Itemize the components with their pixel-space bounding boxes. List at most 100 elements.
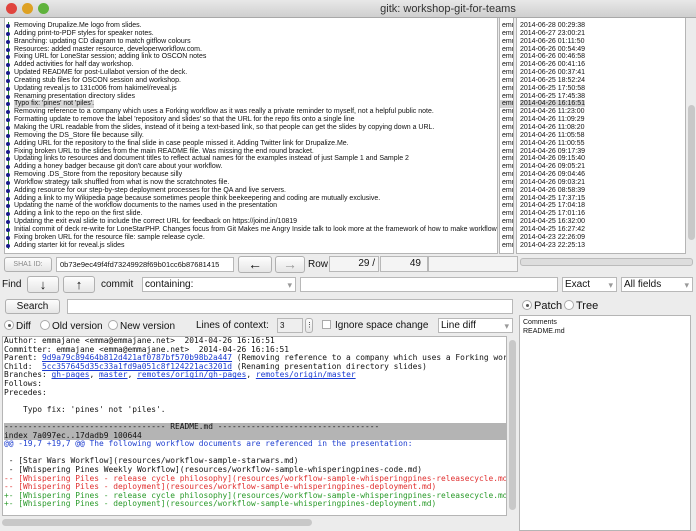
commit-author[interactable]: emmajane	[500, 210, 513, 218]
commit-row[interactable]: Adding print-to-PDF styles for speaker n…	[5, 29, 497, 38]
commit-date[interactable]: 2014-04-26 16:16:51	[517, 100, 685, 108]
commit-date[interactable]: 2014-04-25 17:04:18	[517, 202, 685, 210]
commit-row[interactable]: Updating the name of the workflow docume…	[5, 202, 497, 211]
commit-row[interactable]: Initial commit of deck re-write for Lone…	[5, 225, 497, 234]
commit-row[interactable]: Adding URL for the repository to the fin…	[5, 139, 497, 148]
commit-row[interactable]: Fixing URL for LoneStar session; adding …	[5, 53, 497, 62]
diff-view[interactable]: Author: emmajane <emma@emmajane.net> 201…	[2, 336, 507, 516]
commit-date[interactable]: 2014-06-25 17:50:58	[517, 85, 685, 93]
commit-author[interactable]: emmajane	[500, 132, 513, 140]
commit-row[interactable]: Updating reveal.js to 131c006 from hakim…	[5, 84, 497, 93]
commit-author[interactable]: emmajane	[500, 100, 513, 109]
commit-row[interactable]: Adding starter kit for reveal.js slides	[5, 241, 497, 250]
commit-date[interactable]: 2014-04-26 09:17:39	[517, 148, 685, 156]
commit-author[interactable]: emmajane	[500, 187, 513, 195]
branch-link[interactable]: master	[99, 370, 128, 380]
commit-author[interactable]: emmajane	[500, 30, 513, 38]
match-select[interactable]: Exact	[562, 277, 617, 292]
commit-date[interactable]: 2014-06-26 00:54:49	[517, 46, 685, 54]
commit-date[interactable]: 2014-04-25 17:37:15	[517, 195, 685, 203]
commit-author[interactable]: emmajane	[500, 108, 513, 116]
commit-author[interactable]: emmajane	[500, 38, 513, 46]
commit-row[interactable]: Formatting update to remove the label 'r…	[5, 116, 497, 124]
commit-author[interactable]: emmajane	[500, 202, 513, 210]
commit-date[interactable]: 2014-04-26 11:00:55	[517, 140, 685, 148]
forward-button[interactable]: →	[275, 256, 305, 273]
commit-row[interactable]: Fixing broken URL to the slides from the…	[5, 147, 497, 156]
commit-date[interactable]: 2014-06-25 17:45:38	[517, 93, 685, 101]
commit-date[interactable]: 2014-04-26 09:15:40	[517, 155, 685, 163]
search-input[interactable]	[67, 299, 513, 314]
commit-date[interactable]: 2014-04-25 17:01:16	[517, 210, 685, 218]
commit-date[interactable]: 2014-04-25 16:32:00	[517, 218, 685, 226]
commit-author[interactable]: emmajane	[500, 179, 513, 187]
diff-type-select[interactable]: Line diff	[438, 318, 513, 333]
commit-date[interactable]: 2014-04-26 09:05:21	[517, 163, 685, 171]
context-spinbox[interactable]: 3	[277, 318, 303, 333]
new-version-radio[interactable]: New version	[108, 320, 175, 332]
commit-author[interactable]: emmajane	[500, 195, 513, 203]
commit-date[interactable]: 2014-06-26 01:11:50	[517, 38, 685, 46]
commit-date[interactable]: 2014-06-26 00:41:16	[517, 61, 685, 69]
date-list[interactable]: 2014-06-28 00:29:38 2014-06-27 23:00:21 20…	[516, 18, 686, 254]
commit-row[interactable]: Removing the DS_Store file because silly…	[5, 131, 497, 140]
commit-date[interactable]: 2014-06-26 00:37:41	[517, 69, 685, 77]
find-next-button[interactable]: ↓	[27, 276, 59, 293]
commit-author[interactable]: emmajane	[500, 22, 513, 30]
back-button[interactable]: ←	[238, 256, 272, 273]
commit-date[interactable]: 2014-04-26 09:03:21	[517, 179, 685, 187]
old-version-radio[interactable]: Old version	[40, 320, 103, 332]
find-prev-button[interactable]: ↑	[63, 276, 95, 293]
commit-author[interactable]: emmajane	[500, 116, 513, 124]
commit-author[interactable]: emmajane	[500, 93, 513, 101]
author-list[interactable]: emmajaneemmajaneemmajaneemmajaneemmajane…	[499, 18, 514, 254]
commit-author[interactable]: emmajane	[500, 140, 513, 148]
commit-row[interactable]: Fixing broken URL for the resource file:…	[5, 233, 497, 242]
commit-row[interactable]: Adding a link to the repo on the first s…	[5, 210, 497, 219]
commit-row[interactable]: Removing Drupalize.Me logo from slides.	[5, 22, 497, 30]
branch-link[interactable]: remotes/origin/master	[256, 370, 356, 380]
commit-date[interactable]: 2014-06-25 18:52:24	[517, 77, 685, 85]
commit-author[interactable]: emmajane	[500, 69, 513, 77]
commit-author[interactable]: emmajane	[500, 85, 513, 93]
commit-row[interactable]: Adding resource for our step-by-step dep…	[5, 186, 497, 195]
commit-row[interactable]: Updated README for post-Lullabot version…	[5, 69, 497, 77]
commit-row[interactable]: Typo fix: 'pines' not 'piles'.	[5, 100, 497, 109]
branch-link[interactable]: gh-pages	[52, 370, 90, 380]
commit-author[interactable]: emmajane	[500, 46, 513, 54]
commit-author[interactable]: emmajane	[500, 171, 513, 179]
commit-date[interactable]: 2014-04-23 22:25:13	[517, 242, 685, 250]
tree-radio[interactable]: Tree	[564, 300, 598, 312]
commit-row[interactable]: Removing reference to a company which us…	[5, 108, 497, 117]
commit-date[interactable]: 2014-04-23 22:26:09	[517, 234, 685, 242]
commit-date[interactable]: 2014-04-26 11:08:20	[517, 124, 685, 132]
fields-select[interactable]: All fields	[621, 277, 693, 292]
sha1-field[interactable]: 0b73e9ec49f4fd73249928f69b01cc6b87681415	[56, 257, 234, 272]
find-input[interactable]	[300, 277, 558, 292]
find-type[interactable]: commit	[101, 279, 133, 290]
commit-row[interactable]: Removing .DS_Store from the repository b…	[5, 171, 497, 179]
commit-author[interactable]: emmajane	[500, 226, 513, 234]
commit-row[interactable]: Making the URL readable from the slides,…	[5, 123, 497, 132]
patch-radio[interactable]: Patch	[522, 300, 562, 312]
file-list[interactable]: Comments README.md	[519, 315, 691, 531]
commit-date[interactable]: 2014-06-27 23:00:21	[517, 30, 685, 38]
commit-date[interactable]: 2014-04-26 11:09:29	[517, 116, 685, 124]
commit-row[interactable]: Updating the exit eval slide to include …	[5, 218, 497, 226]
commit-list-scrollbar[interactable]	[688, 105, 695, 240]
commit-author[interactable]: emmajane	[500, 242, 513, 250]
diff-radio[interactable]: Diff	[4, 320, 31, 332]
commit-list[interactable]: Removing Drupalize.Me logo from slides. A…	[4, 18, 498, 254]
commit-row[interactable]: Updating links to resources and document…	[5, 155, 497, 164]
file-item-comments[interactable]: Comments	[523, 318, 687, 327]
commit-row[interactable]: Branching: updating CD diagram to match …	[5, 37, 497, 46]
commit-row[interactable]: Creating stub files for OSCON session an…	[5, 76, 497, 85]
commit-row[interactable]: Renaming presentation directory slides	[5, 92, 497, 101]
commit-author[interactable]: emmajane	[500, 148, 513, 156]
commit-date[interactable]: 2014-04-26 09:04:46	[517, 171, 685, 179]
commit-author[interactable]: emmajane	[500, 234, 513, 242]
search-button[interactable]: Search	[5, 299, 60, 314]
commit-row[interactable]: Workflow strategy talk shuffled from wha…	[5, 178, 497, 187]
diff-hscrollbar[interactable]	[2, 519, 312, 526]
commit-author[interactable]: emmajane	[500, 218, 513, 226]
